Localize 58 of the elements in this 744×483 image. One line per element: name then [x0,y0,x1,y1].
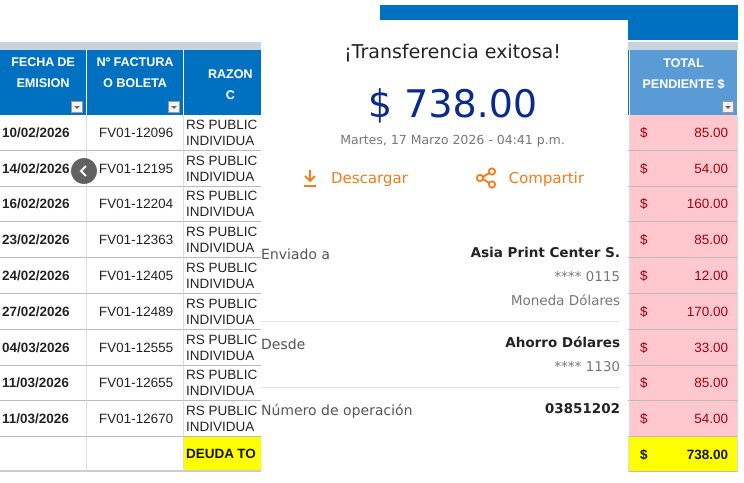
share-icon [474,167,497,189]
amount-cell: 85.00 [694,232,728,248]
detail-label: Número de operación [261,402,412,419]
date-cell: 23/02/2026 [0,222,87,258]
currency-symbol: $ [640,268,648,284]
detail-value: Asia Print Center S. [470,245,620,261]
amount-cell: 170.00 [686,304,728,319]
detail-label: Desde [261,336,306,353]
filter-dropdown-icon[interactable] [168,101,180,113]
currency-symbol: $ [640,375,648,390]
date-cell: 04/03/2026 [0,330,87,366]
column-title: RAZON C [208,66,252,104]
currency-symbol: $ [640,304,648,319]
receipt-title: ¡Transferencia exitosa! [343,41,562,63]
detail-value: **** 0115 [554,269,620,285]
invoice-cell: FV01-12204 [87,186,184,222]
date-cell: 10/02/2026 [0,115,87,151]
date-cell: 27/02/2026 [0,294,87,330]
download-icon [301,168,319,188]
currency-symbol: $ [640,124,648,140]
invoice-cell: FV01-12096 [87,115,184,151]
download-button[interactable]: Descargar [301,167,408,189]
detail-value: 03851202 [544,401,620,417]
amount-cell: 33.00 [694,340,728,355]
invoice-cell: FV01-12670 [87,401,184,438]
amount-cell: 160.00 [686,196,728,212]
chevron-left-icon [79,164,89,178]
column-title: TOTAL PENDIENTE $ [642,55,724,93]
invoice-cell: FV01-12363 [87,222,184,258]
currency-symbol: $ [640,232,648,248]
invoice-cell: FV01-12655 [87,366,184,402]
date-cell: 11/03/2026 [0,401,87,438]
invoice-cell: FV01-12489 [87,294,184,330]
currency-symbol: $ [640,196,648,212]
filter-dropdown-icon[interactable] [71,101,83,113]
invoice-cell: FV01-12405 [87,258,184,294]
amount-cell: 54.00 [694,160,728,176]
date-cell: 11/03/2026 [0,366,87,402]
currency-symbol: $ [640,411,648,426]
column-title: FECHA DE EMISION [11,54,75,92]
detail-value: Moneda Dólares [510,293,620,309]
column-title: Nº FACTURA O BOLETA [96,54,174,92]
currency-symbol: $ [640,340,648,355]
currency-symbol: $ [640,160,648,176]
amount-cell: 12.00 [694,268,728,284]
detail-value: Ahorro Dólares [505,335,620,351]
share-button[interactable]: Compartir [474,167,584,189]
transfer-datetime: Martes, 17 Marzo 2026 - 04:41 p.m. [339,132,566,147]
currency-symbol: $ [640,446,648,462]
previous-button[interactable] [71,158,97,184]
date-cell: 16/02/2026 [0,186,87,222]
amount-cell: 54.00 [694,411,728,426]
total-amount: 738.00 [686,446,728,462]
amount-cell: 85.00 [694,375,728,390]
invoice-cell: FV01-12555 [87,330,184,366]
filter-dropdown-icon[interactable] [722,101,734,113]
amount-cell: 85.00 [694,124,728,140]
date-cell: 24/02/2026 [0,258,87,294]
